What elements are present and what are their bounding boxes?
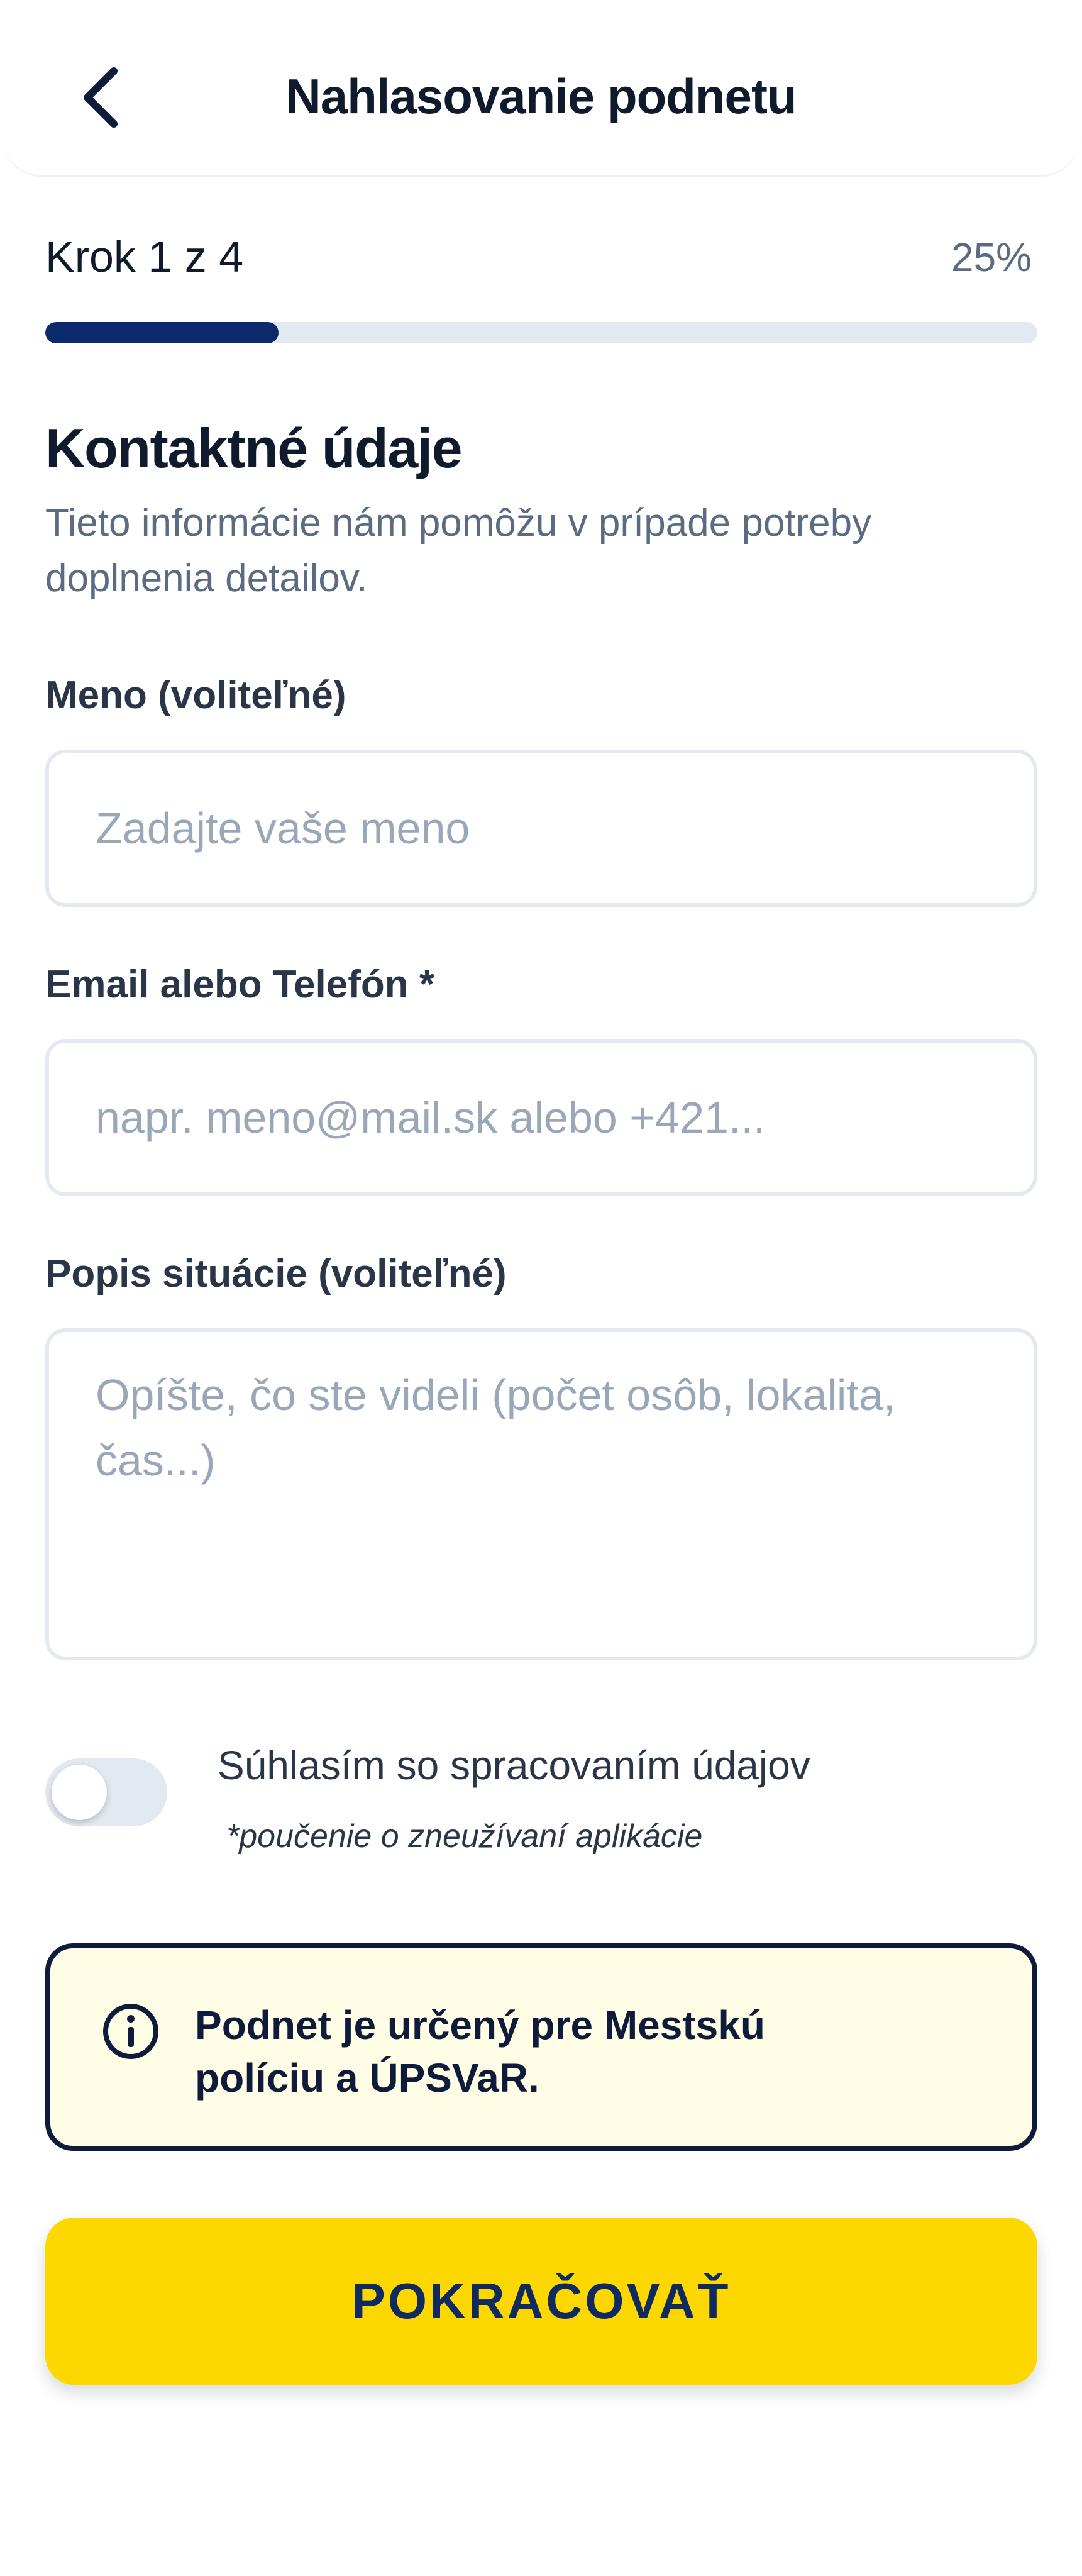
continue-button[interactable]: POKRAČOVAŤ: [45, 2218, 1037, 2385]
contact-field-label: Email alebo Telefón *: [45, 963, 435, 1006]
progress-bar: [45, 322, 1037, 343]
misuse-notice-link[interactable]: *poučenie o zneužívaní aplikácie: [226, 1818, 702, 1855]
page-title: Nahlasovanie podnetu: [285, 69, 797, 124]
info-notice: Podnet je určený pre Mestskú políciu a Ú…: [45, 1943, 1037, 2151]
name-field-label: Meno (voliteľné): [45, 674, 346, 717]
section-title: Kontaktné údaje: [45, 417, 463, 479]
step-indicator: Krok 1 z 4: [45, 232, 244, 281]
consent-toggle[interactable]: [45, 1758, 167, 1826]
name-field[interactable]: [45, 750, 1037, 907]
info-circle-icon: [103, 2004, 158, 2059]
report-form-screen: Nahlasovanie podnetu Krok 1 z 4 25% Kont…: [0, 0, 1082, 2576]
section-description: Tieto informácie nám pomôžu v prípade po…: [45, 501, 872, 600]
toggle-knob: [52, 1765, 107, 1820]
progress-percent: 25%: [951, 235, 1032, 280]
name-input[interactable]: [96, 753, 1034, 903]
description-field-label: Popis situácie (voliteľné): [45, 1252, 507, 1296]
contact-input[interactable]: [96, 1043, 1034, 1192]
contact-field[interactable]: [45, 1039, 1037, 1196]
description-field[interactable]: [45, 1328, 1037, 1660]
progress-bar-fill: [45, 322, 279, 343]
info-text: Podnet je určený pre Mestskú políciu a Ú…: [195, 2002, 765, 2101]
consent-label: Súhlasím so spracovaním údajov: [218, 1743, 810, 1788]
top-bar: Nahlasovanie podnetu: [0, 0, 1082, 177]
description-textarea[interactable]: [96, 1332, 1034, 1657]
